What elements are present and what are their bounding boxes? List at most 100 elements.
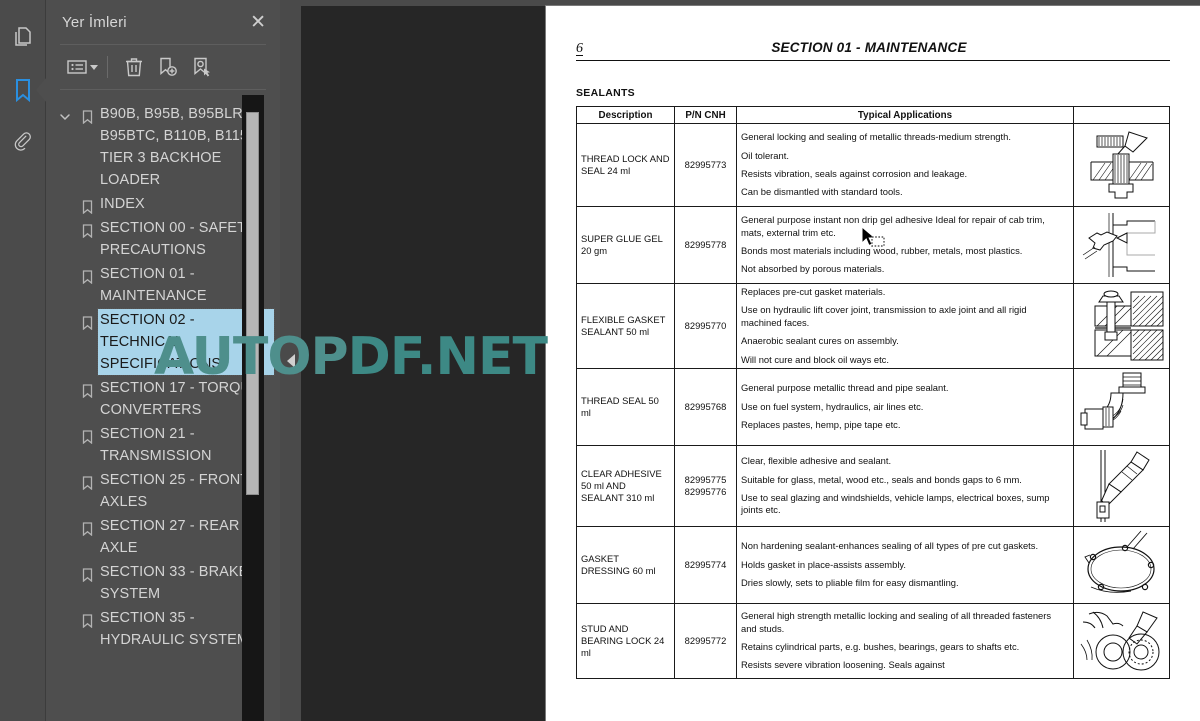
bookmark-icon — [76, 377, 98, 398]
section-heading: SEALANTS — [576, 87, 635, 99]
cell-applications: Non hardening sealant-enhances sealing o… — [736, 526, 1074, 605]
application-line: Dries slowly, sets to pliable film for e… — [741, 577, 959, 589]
bookmark-item-label: INDEX — [100, 196, 145, 212]
cell-applications: Clear, flexible adhesive and sealant. Su… — [736, 445, 1074, 528]
application-line: Use to seal glazing and windshields, veh… — [741, 492, 1050, 516]
cell-pn: 82995773 — [674, 123, 737, 207]
sealants-table: Description P/N CNH Typical Applications… — [576, 106, 1170, 680]
page-running-head: 6 SECTION 01 - MAINTENANCE — [576, 40, 1170, 61]
pdf-viewer-area[interactable]: 6 SECTION 01 - MAINTENANCE SEALANTS Desc… — [301, 0, 1200, 721]
cell-description: SUPER GLUE GEL 20 gm — [576, 206, 675, 284]
bookmarks-scrollbar[interactable] — [242, 95, 264, 721]
page-number: 6 — [576, 41, 583, 56]
table-row: FLEXIBLE GASKET SEALANT 50 ml 82995770 R… — [576, 282, 1170, 370]
panel-title: Yer İmleri — [62, 13, 127, 31]
attachments-icon[interactable] — [0, 116, 46, 168]
bookmark-icon — [76, 193, 98, 214]
cell-applications: General purpose instant non drip gel adh… — [736, 206, 1074, 284]
hydraulic-elbow-fitting-diagram-icon — [1073, 368, 1170, 447]
table-row: CLEAR ADHESIVE 50 ml AND SEALANT 310 ml … — [576, 445, 1170, 528]
table-row: GASKET DRESSING 60 ml 82995774 Non harde… — [576, 526, 1170, 605]
bookmark-icon — [76, 561, 98, 582]
sealant-gun-glazing-diagram-icon — [1073, 445, 1170, 528]
cell-pn: 82995770 — [674, 282, 737, 370]
application-line: General purpose instant non drip gel adh… — [741, 214, 1045, 238]
bookmarks-panel-header: Yer İmleri ✕ — [46, 0, 280, 44]
application-line: Use on fuel system, hydraulics, air line… — [741, 400, 924, 412]
table-row: THREAD SEAL 50 ml 82995768 General purpo… — [576, 368, 1170, 447]
chevron-down-icon[interactable] — [90, 64, 98, 70]
new-bookmark-button[interactable] — [151, 50, 185, 84]
cell-description: THREAD LOCK AND SEAL 24 ml — [576, 123, 675, 207]
application-line: Resists severe vibration loosening. Seal… — [741, 659, 945, 671]
cell-pn: 82995774 — [674, 526, 737, 605]
page-thumbnails-icon[interactable] — [0, 12, 46, 64]
pdf-page: 6 SECTION 01 - MAINTENANCE SEALANTS Desc… — [546, 6, 1200, 721]
application-line: Oil tolerant. — [741, 149, 789, 161]
cell-description: CLEAR ADHESIVE 50 ml AND SEALANT 310 ml — [576, 445, 675, 528]
cell-pn: 82995768 — [674, 368, 737, 447]
toolbar-divider — [107, 56, 108, 78]
table-row: STUD AND BEARING LOCK 24 ml 82995772 Gen… — [576, 603, 1170, 680]
bookmark-icon — [76, 515, 98, 536]
cell-description: STUD AND BEARING LOCK 24 ml — [576, 603, 675, 680]
application-line: Resists vibration, seals against corrosi… — [741, 168, 968, 179]
bolted-flange-section-diagram-icon — [1073, 282, 1170, 370]
left-icon-rail — [0, 0, 47, 721]
bearing-housing-diagram-icon — [1073, 603, 1170, 680]
column-header-description: Description — [576, 106, 675, 124]
cell-description: FLEXIBLE GASKET SEALANT 50 ml — [576, 282, 675, 370]
application-line: Holds gasket in place-assists assembly. — [741, 558, 906, 570]
application-line: Retains cylindrical parts, e.g. bushes, … — [741, 641, 1020, 653]
cell-pn: 82995778 — [674, 206, 737, 284]
bookmark-icon — [76, 263, 98, 284]
cell-applications: Replaces pre-cut gasket materials. Use o… — [736, 282, 1074, 370]
application-line: General purpose metallic thread and pipe… — [741, 382, 949, 394]
table-row: THREAD LOCK AND SEAL 24 ml 82995773 Gene… — [576, 123, 1170, 207]
application-line: Will not cure and block oil ways etc. — [741, 353, 889, 365]
bookmarks-icon[interactable] — [0, 64, 47, 116]
bookmark-icon — [76, 309, 98, 330]
column-header-pn: P/N CNH — [674, 106, 737, 124]
chevron-down-icon[interactable] — [54, 103, 76, 123]
column-header-image — [1073, 106, 1170, 124]
application-line: Bonds most materials including wood, rub… — [741, 245, 1023, 256]
glue-tube-panel-diagram-icon — [1073, 206, 1170, 284]
bookmark-icon — [76, 423, 98, 444]
bookmarks-scrollbar-thumb[interactable] — [246, 112, 259, 495]
collapse-panel-icon[interactable] — [286, 353, 295, 368]
bookmark-icon — [76, 103, 98, 124]
table-header-row: Description P/N CNH Typical Applications — [576, 106, 1170, 124]
panel-divider[interactable] — [280, 0, 301, 721]
application-line: General locking and sealing of metallic … — [741, 131, 1011, 143]
application-line: Not absorbed by porous materials. — [741, 263, 885, 275]
cell-applications: General high strength metallic locking a… — [736, 603, 1074, 680]
bookmark-options-button[interactable] — [60, 50, 94, 84]
oval-gasket-diagram-icon — [1073, 526, 1170, 605]
cell-pn: 82995775 82995776 — [674, 445, 737, 528]
bookmark-icon — [76, 607, 98, 628]
application-line: Anaerobic sealant cures on assembly. — [741, 335, 899, 347]
cell-description: THREAD SEAL 50 ml — [576, 368, 675, 447]
application-line: Replaces pre-cut gasket materials. — [741, 286, 886, 297]
application-line: Replaces pastes, hemp, pipe tape etc. — [741, 419, 901, 431]
delete-bookmark-button[interactable] — [117, 50, 151, 84]
application-line: Use on hydraulic lift cover joint, trans… — [741, 304, 1027, 328]
close-icon[interactable]: ✕ — [250, 13, 266, 32]
application-line: General high strength metallic locking a… — [741, 610, 1052, 634]
cell-description: GASKET DRESSING 60 ml — [576, 526, 675, 605]
bookmark-icon — [76, 469, 98, 490]
cell-applications: General purpose metallic thread and pipe… — [736, 368, 1074, 447]
column-header-applications: Typical Applications — [736, 106, 1074, 124]
find-bookmark-button[interactable] — [185, 50, 219, 84]
bookmarks-toolbar — [46, 45, 280, 89]
bookmark-icon — [76, 217, 98, 238]
toolbar-divider-line — [60, 89, 266, 90]
cell-pn: 82995772 — [674, 603, 737, 680]
page-title: SECTION 01 - MAINTENANCE — [771, 40, 967, 55]
bookmarks-panel: Yer İmleri ✕ B90B, B95B, B95BLR, B95BTC,… — [46, 0, 280, 721]
mouse-cursor — [861, 225, 887, 257]
application-line: Suitable for glass, metal, wood etc., se… — [741, 473, 1022, 485]
cell-applications: General locking and sealing of metallic … — [736, 123, 1074, 207]
application-line: Can be dismantled with standard tools. — [741, 186, 903, 198]
